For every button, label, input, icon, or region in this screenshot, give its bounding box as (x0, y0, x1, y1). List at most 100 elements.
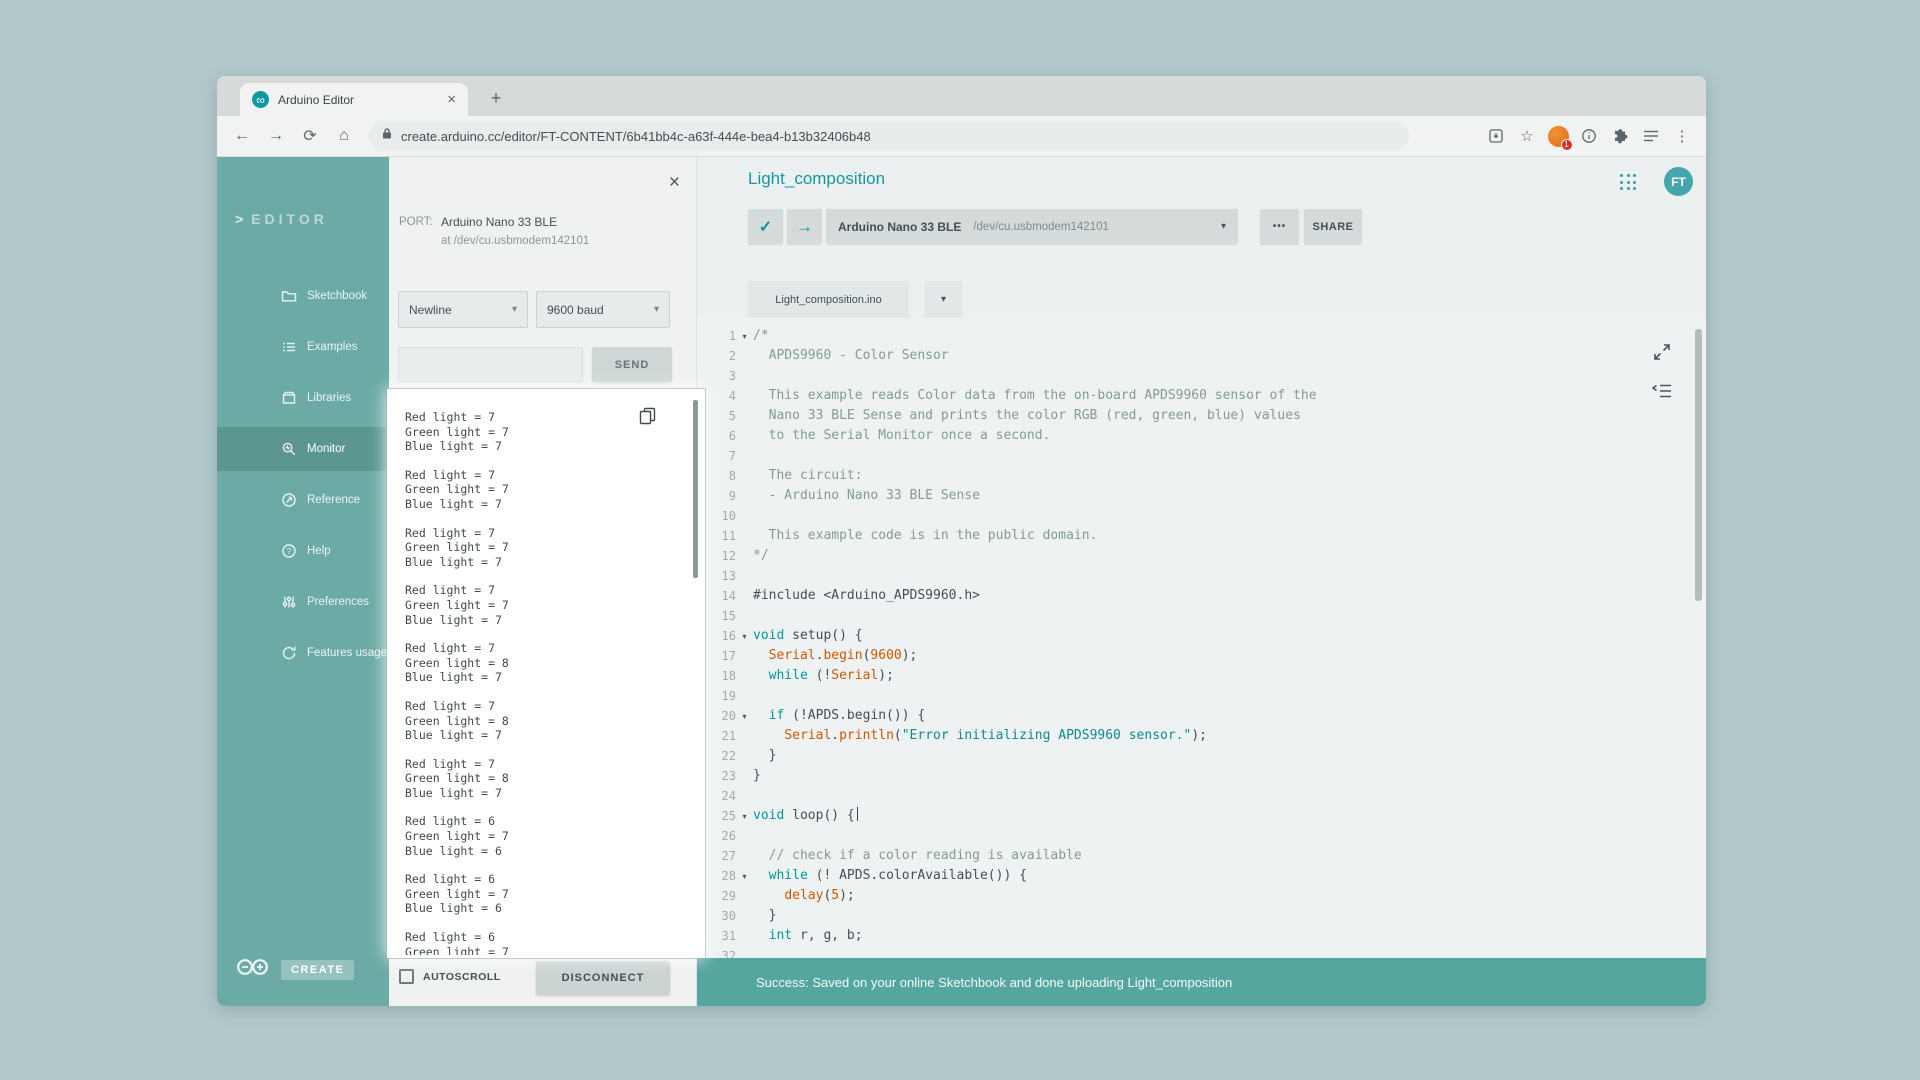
browser-menu-icon[interactable]: ⋮ (1670, 124, 1694, 148)
fold-caret-icon[interactable]: ▾ (736, 812, 753, 821)
arduino-favicon-icon: ∞ (252, 91, 269, 108)
board-selector[interactable]: Arduino Nano 33 BLE /dev/cu.usbmodem1421… (826, 209, 1238, 244)
code-line: 6 to the Serial Monitor once a second. (697, 426, 1706, 446)
copy-icon[interactable] (638, 406, 658, 426)
refresh-icon[interactable]: ⟳ (297, 123, 323, 149)
url-text: create.arduino.cc/editor/FT-CONTENT/6b41… (401, 129, 871, 144)
page-action-icon[interactable] (1484, 124, 1508, 148)
code-text: #include <Arduino_APDS9960.h> (753, 586, 980, 606)
verify-button[interactable]: ✓ (748, 209, 783, 244)
chevron-down-icon: ▾ (654, 304, 659, 315)
fullscreen-expand-icon[interactable] (1652, 342, 1672, 367)
upload-button[interactable]: → (787, 209, 822, 244)
code-line: 17 Serial.begin(9600); (697, 646, 1706, 666)
code-text: void loop() { (753, 806, 858, 826)
serial-output: Red light = 7Green light = 7Blue light =… (405, 410, 682, 958)
code-editor[interactable]: 1▾/*2 APDS9960 - Color Sensor34 This exa… (697, 318, 1706, 958)
code-line: 27 // check if a color reading is availa… (697, 846, 1706, 866)
forward-icon[interactable]: → (263, 123, 289, 149)
url-omnibox[interactable]: create.arduino.cc/editor/FT-CONTENT/6b41… (369, 122, 1409, 150)
port-path: at /dev/cu.usbmodem142101 (441, 235, 589, 247)
code-line: 30 } (697, 906, 1706, 926)
tab-close-icon[interactable]: × (447, 91, 456, 108)
output-scrollbar[interactable] (693, 400, 698, 578)
code-line: 13 (697, 566, 1706, 586)
help-question-icon: ? (281, 543, 297, 559)
line-ending-dropdown[interactable]: Newline ▾ (398, 291, 528, 328)
serial-output-block: Red light = 7Green light = 7Blue light =… (405, 583, 682, 627)
extension-profile-icon[interactable]: 1 (1546, 124, 1570, 148)
new-tab-button[interactable]: + (483, 85, 509, 111)
autoscroll-checkbox[interactable] (399, 969, 414, 984)
fold-caret-icon[interactable]: ▾ (736, 632, 753, 641)
tab-title: Arduino Editor (278, 93, 447, 107)
line-number: 3 (697, 369, 736, 383)
sidebar-item-label: Libraries (307, 392, 351, 404)
sidebar-item-sketchbook[interactable]: Sketchbook (217, 274, 389, 318)
disconnect-button[interactable]: DISCONNECT (536, 961, 670, 995)
brand-label: EDITOR (251, 211, 328, 227)
status-message: Success: Saved on your online Sketchbook… (756, 975, 1232, 990)
sidebar-item-libraries[interactable]: Libraries (217, 376, 389, 420)
share-button[interactable]: SHARE (1304, 209, 1362, 244)
code-text: APDS9960 - Color Sensor (753, 346, 949, 366)
sidebar-item-examples[interactable]: Examples (217, 325, 389, 369)
sidebar-nav: Sketchbook Examples Libraries Monitor Refere… (217, 274, 389, 682)
sidebar-item-monitor[interactable]: Monitor (217, 427, 389, 471)
browser-tab[interactable]: ∞ Arduino Editor × (240, 83, 468, 116)
code-line: 18 while (!Serial); (697, 666, 1706, 686)
code-text: */ (753, 546, 769, 566)
sidebar: > EDITOR Sketchbook Examples Libraries Moni… (217, 157, 389, 1006)
home-icon[interactable]: ⌂ (331, 123, 357, 149)
serial-output-block: Red light = 7Green light = 7Blue light =… (405, 526, 682, 570)
baud-rate-dropdown[interactable]: 9600 baud ▾ (536, 291, 670, 328)
browser-window: ∞ Arduino Editor × + ← → ⟳ ⌂ create.ardu… (217, 76, 1706, 1006)
code-text: This example code is in the public domai… (753, 526, 1097, 546)
sidebar-footer: CREATE (235, 957, 354, 982)
libraries-box-icon (281, 390, 297, 406)
back-icon[interactable]: ← (229, 123, 255, 149)
autoformat-icon[interactable] (1652, 383, 1672, 404)
serial-output-block: Red light = 7Green light = 8Blue light =… (405, 757, 682, 801)
sketch-file-tab[interactable]: Light_composition.ino (748, 281, 909, 318)
apps-grid-icon[interactable] (1620, 174, 1637, 191)
arduino-infinity-logo-icon (235, 957, 271, 982)
create-logo-label: CREATE (281, 960, 354, 980)
more-options-button[interactable]: ••• (1260, 209, 1299, 244)
code-text: Serial.println("Error initializing APDS9… (753, 726, 1207, 746)
port-label: PORT: (399, 215, 441, 247)
sidebar-item-features-usage[interactable]: Features usage (217, 631, 389, 675)
brand-chevron-icon: > (235, 211, 243, 227)
autoscroll-label: AUTOSCROLL (423, 971, 501, 983)
sidebar-item-label: Reference (307, 494, 360, 506)
code-text: } (753, 746, 776, 766)
lock-icon (381, 127, 393, 145)
notification-badge: 1 (1561, 139, 1573, 151)
sidebar-item-help[interactable]: ?Help (217, 529, 389, 573)
user-avatar[interactable]: FT (1664, 167, 1693, 196)
reading-list-icon[interactable] (1639, 124, 1663, 148)
serial-monitor-output[interactable]: Red light = 7Green light = 7Blue light =… (387, 389, 705, 958)
browser-tab-bar: ∞ Arduino Editor × + (217, 76, 1706, 116)
serial-message-input[interactable] (398, 347, 583, 382)
sketch-tab-dropdown[interactable]: ▾ (925, 281, 962, 318)
chevron-down-icon: ▾ (512, 304, 517, 315)
code-line: 11 This example code is in the public do… (697, 526, 1706, 546)
fold-caret-icon[interactable]: ▾ (736, 872, 753, 881)
board-port: /dev/cu.usbmodem142101 (973, 221, 1109, 233)
sidebar-item-preferences[interactable]: Preferences (217, 580, 389, 624)
bookmark-star-icon[interactable]: ☆ (1515, 124, 1539, 148)
editor-scrollbar[interactable] (1695, 329, 1702, 601)
info-icon[interactable] (1577, 124, 1601, 148)
sidebar-item-label: Features usage (307, 647, 387, 659)
monitor-close-icon[interactable]: × (669, 173, 680, 192)
sidebar-item-reference[interactable]: Reference (217, 478, 389, 522)
extensions-puzzle-icon[interactable] (1608, 124, 1632, 148)
sidebar-item-label: Sketchbook (307, 290, 367, 302)
code-text: This example reads Color data from the o… (753, 386, 1317, 406)
code-line: 23} (697, 766, 1706, 786)
fold-caret-icon[interactable]: ▾ (736, 712, 753, 721)
send-button[interactable]: SEND (592, 347, 672, 382)
fold-caret-icon[interactable]: ▾ (736, 332, 753, 341)
code-line: 24 (697, 786, 1706, 806)
